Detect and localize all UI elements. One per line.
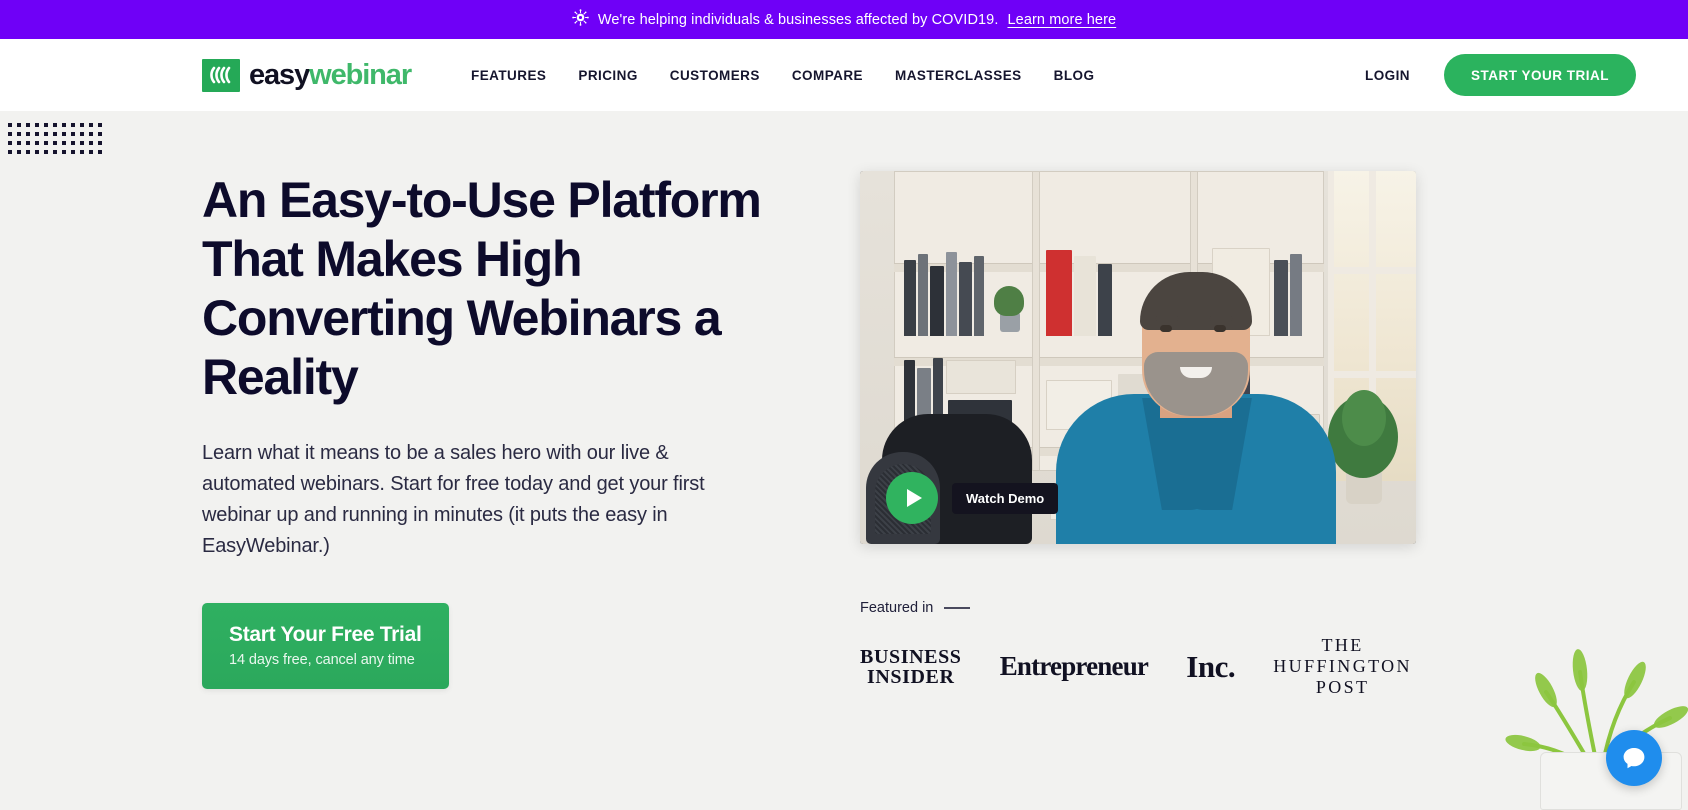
video-controls: Watch Demo <box>886 472 1059 524</box>
featured-in-label: Featured in <box>860 600 934 616</box>
main-navigation: FEATURES PRICING CUSTOMERS COMPARE MASTE… <box>471 68 1094 83</box>
nav-item-features[interactable]: FEATURES <box>471 68 546 83</box>
logo-text-easy: easy <box>249 58 310 91</box>
huffpost-line1: THE <box>1321 635 1364 655</box>
play-icon <box>906 489 922 507</box>
nav-item-compare[interactable]: COMPARE <box>792 68 863 83</box>
shelf-plant <box>992 278 1026 332</box>
nav-item-blog[interactable]: BLOG <box>1054 68 1095 83</box>
chat-bubble-button[interactable] <box>1606 730 1662 786</box>
book <box>946 360 1016 394</box>
featured-logo-row: BUSINESS INSIDER Entrepreneur Inc. THE H… <box>860 635 1416 698</box>
hero-subheadline: Learn what it means to be a sales hero w… <box>202 442 705 557</box>
book <box>959 262 972 336</box>
shelf-divider <box>1032 171 1040 471</box>
site-header: easywebinar FEATURES PRICING CUSTOMERS C… <box>0 39 1688 111</box>
logo-text-webinar: webinar <box>309 58 412 91</box>
featured-divider-dash <box>944 607 971 609</box>
business-insider-line2: INSIDER <box>866 665 955 688</box>
play-button[interactable] <box>886 472 938 524</box>
nav-item-masterclasses[interactable]: MASTERCLASSES <box>895 68 1022 83</box>
login-link[interactable]: LOGIN <box>1365 68 1410 83</box>
logo-business-insider[interactable]: BUSINESS INSIDER <box>860 647 962 687</box>
hero-headline: An Easy-to-Use Platform That Makes High … <box>202 172 762 405</box>
business-insider-line1: BUSINESS <box>860 645 962 668</box>
huffpost-line3: POST <box>1315 677 1370 697</box>
featured-in-section: Featured in BUSINESS INSIDER Entrepreneu… <box>860 600 1416 698</box>
easywebinar-logo-icon <box>202 58 240 92</box>
banner-learn-more-link[interactable]: Learn more here <box>1007 12 1116 28</box>
logo-inc[interactable]: Inc. <box>1186 649 1235 685</box>
huffpost-line2: HUFFINGTON <box>1273 656 1412 676</box>
presenter-eyebrow <box>1209 316 1233 321</box>
presenter-person <box>1056 214 1336 544</box>
nav-item-pricing[interactable]: PRICING <box>578 68 637 83</box>
presenter-hair <box>1140 272 1252 330</box>
banner-message: We're helping individuals & businesses a… <box>597 11 999 28</box>
cta-secondary-label: 14 days free, cancel any time <box>229 652 415 668</box>
watch-demo-chip[interactable]: Watch Demo <box>952 482 1059 514</box>
presenter-eye <box>1214 325 1226 332</box>
covid-announcement-banner: We're helping individuals & businesses a… <box>0 0 1688 39</box>
demo-video-thumbnail[interactable]: Watch Demo <box>860 171 1416 544</box>
hero-media-column: Watch Demo Featured in BUSINESS INSIDER … <box>860 171 1636 698</box>
logo-huffington-post[interactable]: THE HUFFINGTON POST <box>1273 635 1412 698</box>
cta-primary-label: Start Your Free Trial <box>229 623 422 646</box>
hero-section: An Easy-to-Use Platform That Makes High … <box>0 111 1688 810</box>
book <box>946 252 957 336</box>
book <box>904 260 916 336</box>
start-trial-button[interactable]: START YOUR TRIAL <box>1444 54 1636 96</box>
presenter-eye <box>1160 325 1172 332</box>
start-free-trial-button[interactable]: Start Your Free Trial 14 days free, canc… <box>202 603 449 689</box>
hero-copy-column: An Easy-to-Use Platform That Makes High … <box>202 171 762 698</box>
presenter-eyebrow <box>1155 316 1179 321</box>
nav-item-customers[interactable]: CUSTOMERS <box>670 68 760 83</box>
book <box>930 266 944 336</box>
chat-bubble-icon <box>1623 748 1645 769</box>
book <box>974 256 984 336</box>
logo-entrepreneur[interactable]: Entrepreneur <box>1000 651 1149 682</box>
book <box>918 254 928 336</box>
header-actions: LOGIN START YOUR TRIAL <box>1365 54 1636 96</box>
virus-icon <box>572 9 589 30</box>
site-logo[interactable]: easywebinar <box>202 58 412 92</box>
